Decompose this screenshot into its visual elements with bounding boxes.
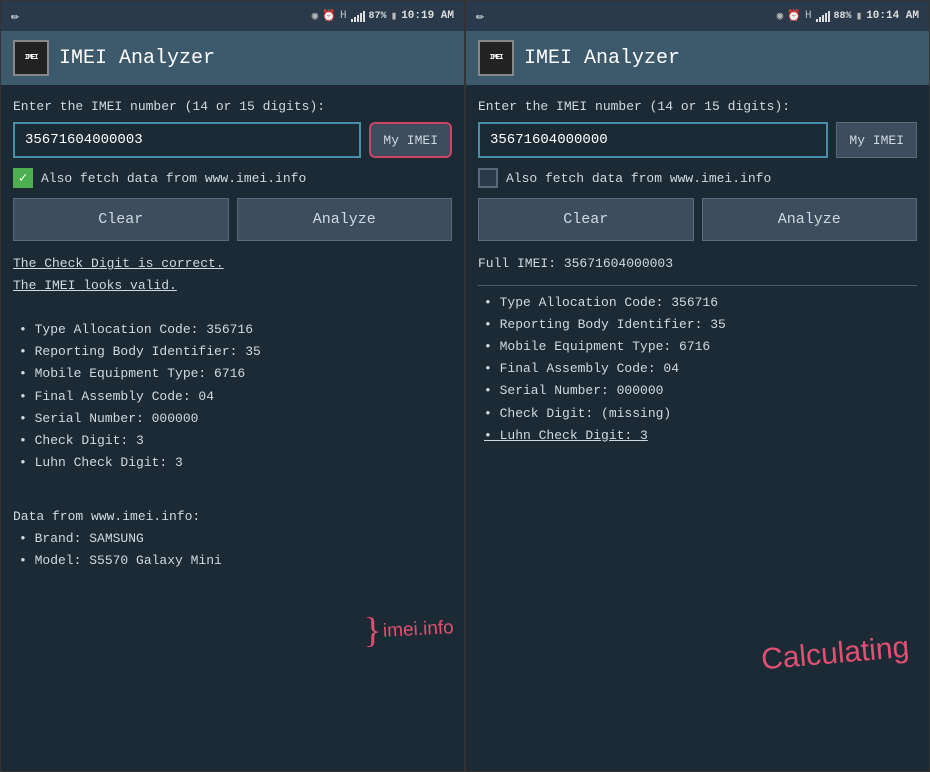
screens-container: ✏ ◉ ⏰ H 87% ▮ 10:19 AM IMEI xyxy=(0,0,930,772)
result-item-2-2: • Mobile Equipment Type: 6716 xyxy=(478,336,917,358)
result-item-1-3: • Final Assembly Code: 04 xyxy=(13,386,452,408)
time-1: 10:19 AM xyxy=(401,10,454,22)
checkbox-row-1: Also fetch data from www.imei.info xyxy=(13,168,452,188)
checkbox-row-2: Also fetch data from www.imei.info xyxy=(478,168,917,188)
input-row-2: My IMEI xyxy=(478,122,917,158)
content-2: Enter the IMEI number (14 or 15 digits):… xyxy=(466,85,929,771)
eye-icon-2: ◉ xyxy=(777,9,784,23)
result-item-1-1: • Reporting Body Identifier: 35 xyxy=(13,341,452,363)
data-item-1-0: • Brand: SAMSUNG xyxy=(13,528,452,550)
signal-bars-2 xyxy=(816,10,830,22)
app-logo-2: IMEI xyxy=(478,40,514,76)
app-title-2: IMEI Analyzer xyxy=(524,47,680,70)
eye-icon-1: ◉ xyxy=(312,9,319,23)
result-area-1: The Check Digit is correct. The IMEI loo… xyxy=(13,253,452,572)
checkbox-label-2: Also fetch data from www.imei.info xyxy=(506,171,771,186)
result-item-1-0: • Type Allocation Code: 356716 xyxy=(13,319,452,341)
divider-2 xyxy=(478,285,917,286)
button-row-1: Clear Analyze xyxy=(13,198,452,241)
checkbox-2[interactable] xyxy=(478,168,498,188)
result-item-2-0: • Type Allocation Code: 356716 xyxy=(478,292,917,314)
app-header-1: IMEI IMEI Analyzer xyxy=(1,31,464,85)
battery-icon-2: ▮ xyxy=(856,9,863,23)
app-title-1: IMEI Analyzer xyxy=(59,47,215,70)
analyze-button-2[interactable]: Analyze xyxy=(702,198,918,241)
analyze-button-1[interactable]: Analyze xyxy=(237,198,453,241)
status-bar-left-1: ✏ xyxy=(11,8,19,25)
alarm-icon-1: ⏰ xyxy=(322,9,336,23)
status-bar-1: ✏ ◉ ⏰ H 87% ▮ 10:19 AM xyxy=(1,1,464,31)
signal-bars-1 xyxy=(351,10,365,22)
signal-h-2: H xyxy=(805,10,812,22)
status-bar-right-1: ◉ ⏰ H 87% ▮ 10:19 AM xyxy=(312,9,454,23)
button-row-2: Clear Analyze xyxy=(478,198,917,241)
result-item-2-4: • Serial Number: 000000 xyxy=(478,380,917,402)
imei-input-2[interactable] xyxy=(478,122,828,158)
data-item-1-1: • Model: S5570 Galaxy Mini xyxy=(13,550,452,572)
input-label-1: Enter the IMEI number (14 or 15 digits): xyxy=(13,99,452,114)
result-area-2: Full IMEI: 35671604000003 • Type Allocat… xyxy=(478,253,917,447)
input-row-1: My IMEI xyxy=(13,122,452,158)
pencil-icon-2: ✏ xyxy=(476,8,484,25)
status-bar-right-2: ◉ ⏰ H 88% ▮ 10:14 AM xyxy=(777,9,919,23)
input-label-2: Enter the IMEI number (14 or 15 digits): xyxy=(478,99,917,114)
battery-2: 88% xyxy=(834,11,852,22)
my-imei-button-1[interactable]: My IMEI xyxy=(369,122,452,158)
app-header-2: IMEI IMEI Analyzer xyxy=(466,31,929,85)
battery-icon-1: ▮ xyxy=(391,9,398,23)
signal-h-1: H xyxy=(340,10,347,22)
result-item-1-5: • Check Digit: 3 xyxy=(13,430,452,452)
my-imei-button-2[interactable]: My IMEI xyxy=(836,122,917,158)
result-item-2-5: • Check Digit: (missing) xyxy=(478,403,917,425)
result-line-2: The IMEI looks valid. xyxy=(13,275,452,297)
result-item-2-6: • Luhn Check Digit: 3 xyxy=(478,425,917,447)
result-item-1-4: • Serial Number: 000000 xyxy=(13,408,452,430)
result-item-1-2: • Mobile Equipment Type: 6716 xyxy=(13,363,452,385)
result-item-2-1: • Reporting Body Identifier: 35 xyxy=(478,314,917,336)
checkbox-label-1: Also fetch data from www.imei.info xyxy=(41,171,306,186)
data-section-title-1: Data from www.imei.info: xyxy=(13,506,452,528)
clear-button-1[interactable]: Clear xyxy=(13,198,229,241)
imei-input-1[interactable] xyxy=(13,122,361,158)
clear-button-2[interactable]: Clear xyxy=(478,198,694,241)
status-bar-2: ✏ ◉ ⏰ H 88% ▮ 10:14 AM xyxy=(466,1,929,31)
result-item-2-3: • Final Assembly Code: 04 xyxy=(478,358,917,380)
checkbox-1[interactable] xyxy=(13,168,33,188)
status-bar-left-2: ✏ xyxy=(476,8,484,25)
pencil-icon-1: ✏ xyxy=(11,8,19,25)
app-logo-1: IMEI xyxy=(13,40,49,76)
phone-screen-1: ✏ ◉ ⏰ H 87% ▮ 10:19 AM IMEI xyxy=(0,0,465,772)
full-imei-2: Full IMEI: 35671604000003 xyxy=(478,253,917,275)
result-line-1: The Check Digit is correct. xyxy=(13,253,452,275)
battery-1: 87% xyxy=(369,11,387,22)
content-1: Enter the IMEI number (14 or 15 digits):… xyxy=(1,85,464,771)
time-2: 10:14 AM xyxy=(866,10,919,22)
phone-screen-2: ✏ ◉ ⏰ H 88% ▮ 10:14 AM IMEI xyxy=(465,0,930,772)
result-item-1-6: • Luhn Check Digit: 3 xyxy=(13,452,452,474)
alarm-icon-2: ⏰ xyxy=(787,9,801,23)
